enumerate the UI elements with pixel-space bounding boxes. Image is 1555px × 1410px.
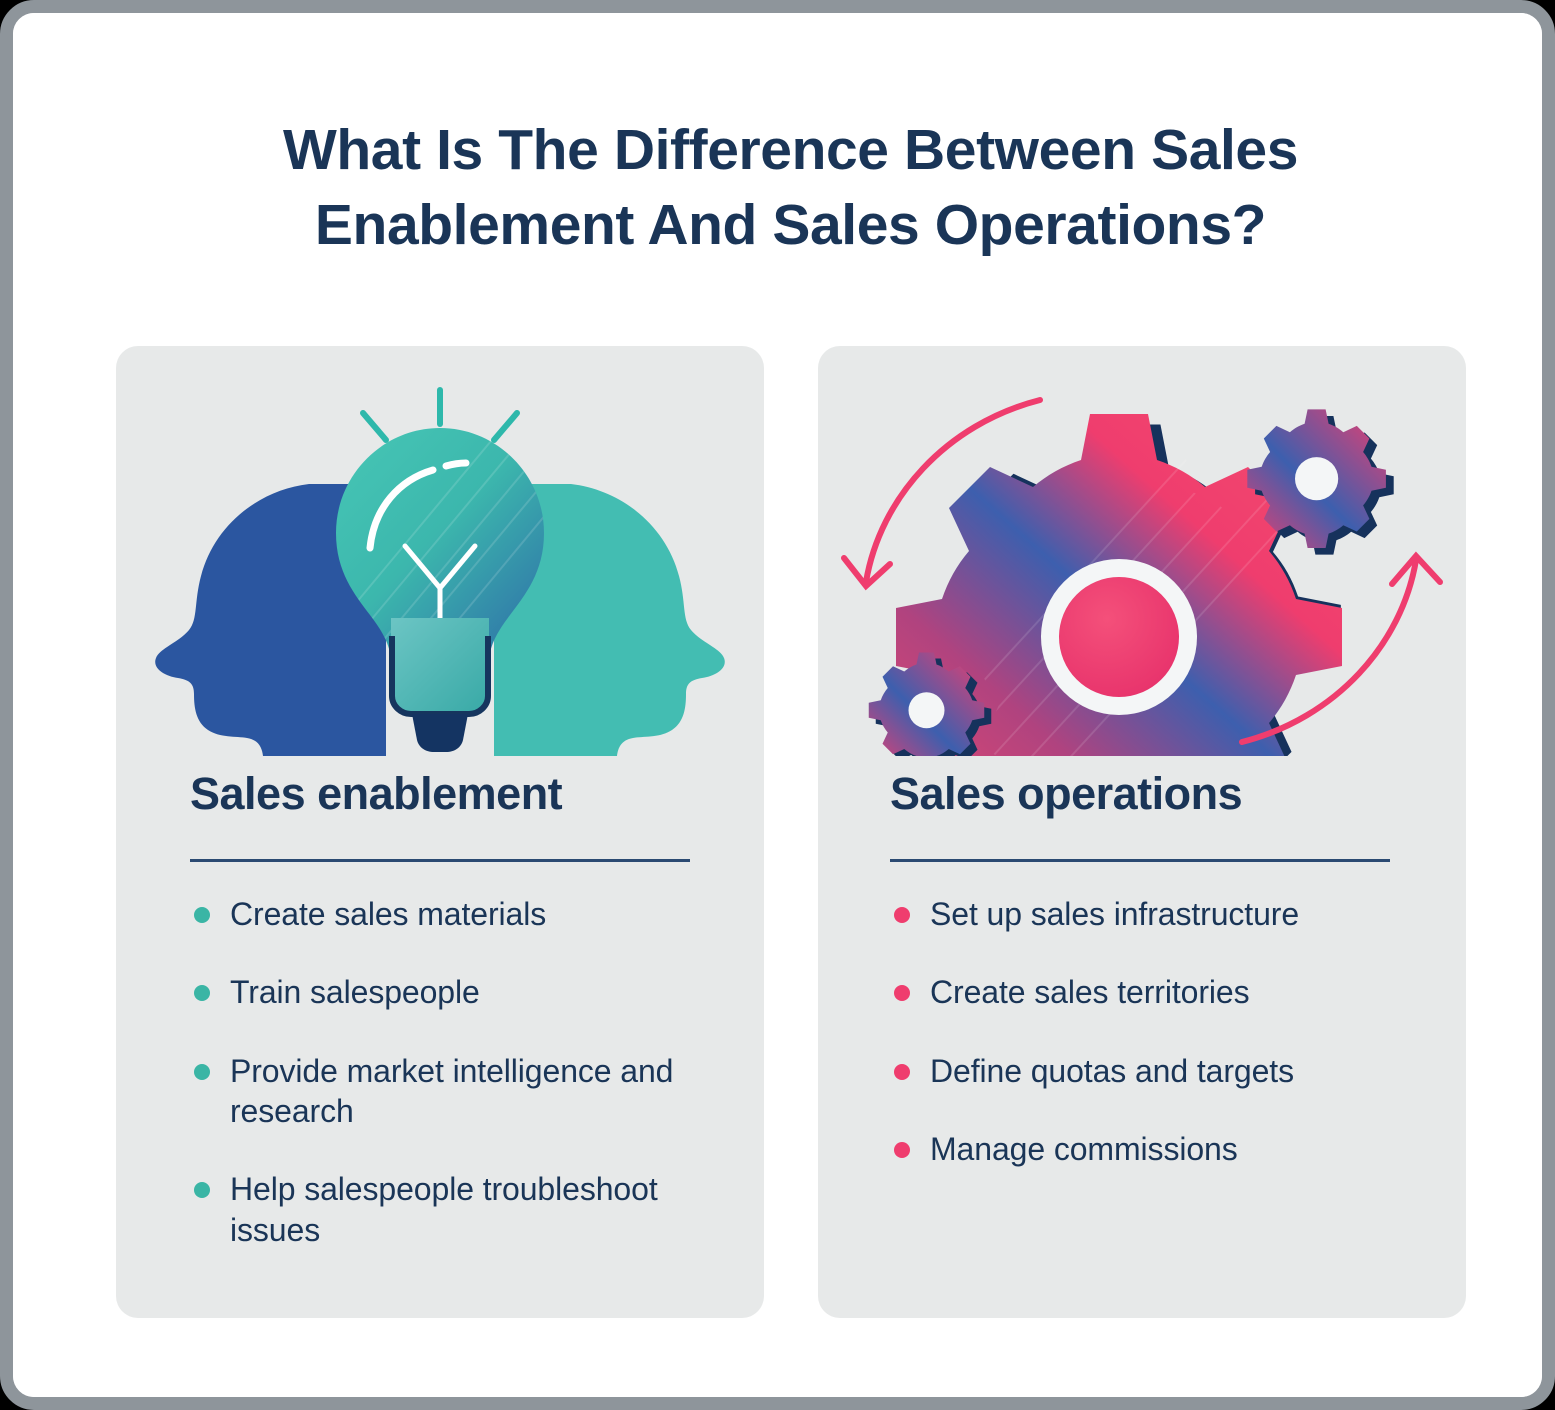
list-sales-operations: Set up sales infrastructure Create sales… bbox=[890, 894, 1410, 1207]
list-item-label: Define quotas and targets bbox=[930, 1052, 1294, 1089]
list-item: Create sales materials bbox=[190, 894, 710, 934]
lightbulb-heads-icon bbox=[116, 386, 764, 756]
bullet-dot-icon bbox=[194, 1063, 210, 1080]
gears-arrows-icon bbox=[818, 386, 1466, 756]
list-item: Create sales territories bbox=[890, 972, 1410, 1012]
list-item: Manage commissions bbox=[890, 1129, 1410, 1169]
list-item-label: Manage commissions bbox=[930, 1130, 1238, 1167]
page-title: What Is The Difference Between Sales Ena… bbox=[282, 118, 1299, 258]
bullet-dot-icon bbox=[894, 907, 910, 923]
infographic-page: What Is The Difference Between Sales Ena… bbox=[13, 13, 1542, 1397]
card-sales-enablement: Sales enablement Create sales materials … bbox=[116, 346, 764, 1318]
column-heading-operations: Sales operations bbox=[890, 768, 1243, 819]
list-item-label: Help salespeople troubleshoot issues bbox=[230, 1171, 658, 1248]
bullet-dot-icon bbox=[894, 1141, 910, 1158]
bullet-dot-icon bbox=[894, 1063, 910, 1080]
list-item-label: Train salespeople bbox=[230, 974, 480, 1011]
list-item: Help salespeople troubleshoot issues bbox=[190, 1169, 710, 1250]
list-item: Set up sales infrastructure bbox=[890, 894, 1410, 934]
list-sales-enablement: Create sales materials Train salespeople… bbox=[190, 894, 710, 1288]
column-heading-enablement: Sales enablement bbox=[190, 768, 563, 819]
list-item-label: Provide market intelligence and research bbox=[230, 1052, 674, 1129]
bullet-dot-icon bbox=[894, 985, 910, 1002]
bulb-highlight-dash bbox=[442, 459, 470, 470]
bulb-base bbox=[391, 618, 489, 714]
card-sales-operations: Sales operations Set up sales infrastruc… bbox=[818, 346, 1466, 1318]
bulb-screw-cap bbox=[412, 714, 468, 752]
list-item: Provide market intelligence and research bbox=[190, 1051, 710, 1132]
list-item-label: Create sales territories bbox=[930, 974, 1250, 1011]
bullet-dot-icon bbox=[194, 1182, 210, 1199]
list-item: Train salespeople bbox=[190, 972, 710, 1012]
bullet-dot-icon bbox=[194, 907, 210, 923]
comparison-columns: Sales enablement Create sales materials … bbox=[116, 346, 1466, 1318]
heading-divider bbox=[890, 859, 1390, 862]
list-item: Define quotas and targets bbox=[890, 1051, 1410, 1091]
heading-divider bbox=[190, 859, 690, 862]
infographic-frame: What Is The Difference Between Sales Ena… bbox=[0, 0, 1555, 1410]
list-item-label: Create sales materials bbox=[230, 896, 547, 932]
gear-hub bbox=[1059, 577, 1179, 697]
list-item-label: Set up sales infrastructure bbox=[930, 896, 1300, 932]
bullet-dot-icon bbox=[194, 985, 210, 1002]
